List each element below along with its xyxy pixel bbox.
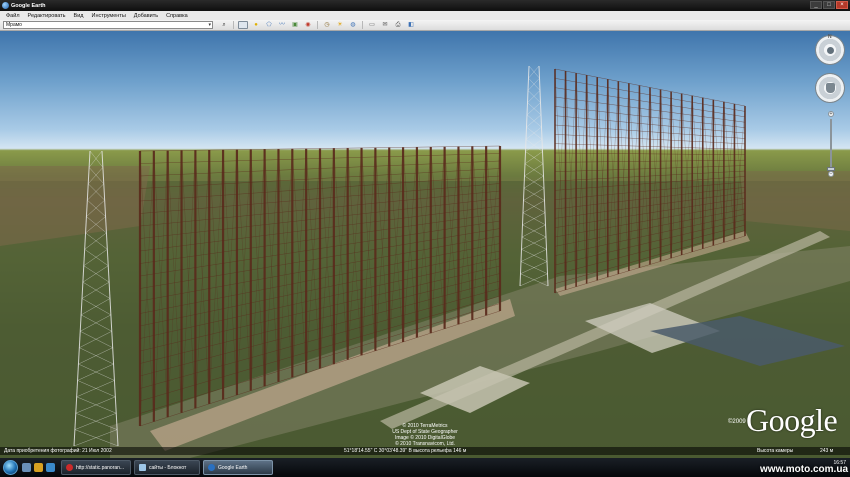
lattice-tower-brace [527, 90, 541, 103]
toolbar-separator [317, 21, 318, 29]
menu-file[interactable]: Файл [2, 13, 24, 19]
lattice-tower-brace [525, 139, 543, 152]
path-icon[interactable]: 〰 [277, 21, 287, 29]
eye-altitude-label: Высота камеры [757, 448, 794, 454]
status-bar: Дата приобретения фотографий: 21 Июл 200… [0, 447, 850, 455]
eye-altitude-value: 243 м [820, 448, 834, 454]
watermark: www.moto.com.ua [760, 464, 848, 475]
lattice-tower-brace [526, 102, 541, 116]
search-input-value: Мрамо [6, 22, 22, 28]
lattice-tower-brace [526, 114, 542, 128]
menu-add[interactable]: Добавить [130, 13, 162, 19]
opera-icon [66, 464, 73, 471]
earth-3d-viewport[interactable] [0, 31, 850, 458]
close-button[interactable]: × [836, 1, 848, 9]
image-overlay-icon[interactable]: ▣ [290, 21, 300, 29]
taskbar-item-browser[interactable]: http://static.panoran... [61, 460, 131, 475]
lattice-tower-brace [524, 163, 544, 177]
sidebar-toggle-icon[interactable] [238, 21, 248, 29]
notepad-icon [139, 464, 146, 471]
hand-icon [826, 83, 835, 93]
lattice-tower-brace [524, 163, 544, 177]
window-title: Google Earth [11, 2, 46, 9]
ruler-icon[interactable]: ▭ [367, 21, 377, 29]
sunlight-icon[interactable]: ☀ [335, 21, 345, 29]
email-icon[interactable]: ✉ [380, 21, 390, 29]
toolbar-buttons: ⌕ ● ⬠ 〰 ▣ ◉ ◷ ☀ ◍ ▭ ✉ ⎙ ◧ [219, 21, 419, 29]
lattice-tower-brace [525, 126, 542, 140]
imagery-date: Дата приобретения фотографий: 21 Июл 200… [4, 448, 112, 454]
lattice-tower-brace [525, 139, 543, 152]
planets-icon[interactable]: ◍ [348, 21, 358, 29]
show-desktop-icon[interactable] [22, 463, 31, 472]
taskbar-item-notepad[interactable]: сайты - Блокнот [134, 460, 200, 475]
polygon-icon[interactable]: ⬠ [264, 21, 274, 29]
imagery-attribution: © 2010 TerraMetrics US Dept of State Geo… [0, 423, 850, 447]
menu-bar: Файл Редактировать Вид Инструменты Добав… [0, 11, 850, 20]
window-titlebar[interactable]: Google Earth _ □ × [0, 0, 850, 11]
google-earth-globe-icon [2, 2, 9, 9]
north-indicator: N [828, 34, 832, 40]
lattice-tower-brace [524, 151, 543, 164]
record-tour-icon[interactable]: ◉ [303, 21, 313, 29]
lattice-tower-brace [88, 150, 103, 168]
menu-help[interactable]: Справка [162, 13, 192, 19]
placemark-icon[interactable]: ● [251, 21, 261, 29]
search-input[interactable]: Мрамо ▾ [3, 21, 213, 29]
lattice-tower-brace [528, 65, 540, 79]
taskbar-item-google-earth[interactable]: Google Earth [203, 460, 273, 475]
google-earth-globe-icon [208, 464, 215, 471]
toolbar-separator [362, 21, 363, 29]
lattice-tower-brace [525, 151, 544, 164]
menu-edit[interactable]: Редактировать [24, 13, 70, 19]
toolbar-separator [233, 21, 234, 29]
copyright-year: ©2009 [728, 419, 746, 425]
google-logo: Google [746, 402, 838, 438]
toolbar: Мрамо ▾ ⌕ ● ⬠ 〰 ▣ ◉ ◷ ☀ ◍ ▭ ✉ ⎙ ◧ [0, 20, 850, 31]
historical-imagery-icon[interactable]: ◷ [322, 21, 332, 29]
lattice-tower-brace [528, 78, 541, 91]
windows-taskbar: http://static.panoran... сайты - Блокнот… [0, 458, 850, 477]
start-button[interactable] [3, 460, 18, 475]
minimize-button[interactable]: _ [810, 1, 822, 9]
menu-view[interactable]: Вид [70, 13, 88, 19]
taskbar-item-label: сайты - Блокнот [149, 464, 187, 471]
zoom-slider[interactable]: + − [827, 111, 835, 177]
media-player-icon[interactable] [46, 463, 55, 472]
lattice-tower-brace [526, 126, 543, 140]
menu-tools[interactable]: Инструменты [87, 13, 129, 19]
lattice-tower-brace [527, 102, 542, 116]
chevron-down-icon[interactable]: ▾ [208, 22, 211, 28]
lattice-tower-brace [527, 78, 540, 91]
taskbar-item-label: http://static.panoran... [76, 464, 125, 471]
look-joystick[interactable]: N [815, 34, 845, 65]
maximize-button[interactable]: □ [823, 1, 835, 9]
browser-icon[interactable] [34, 463, 43, 472]
eye-icon [827, 47, 834, 54]
pointer-coordinates: 51°18'14.55" С 30°03'48.39" В высота рел… [344, 448, 467, 454]
print-icon[interactable]: ⎙ [393, 21, 403, 29]
zoom-out-icon[interactable]: − [828, 171, 834, 177]
lattice-tower-brace [89, 150, 104, 168]
search-icon[interactable]: ⌕ [219, 21, 229, 29]
lattice-tower-brace [528, 65, 540, 79]
zoom-track[interactable] [830, 119, 832, 169]
window-controls: _ □ × [810, 1, 848, 9]
google-maps-icon[interactable]: ◧ [406, 21, 416, 29]
move-joystick[interactable] [815, 73, 845, 103]
navigation-controls: N [812, 34, 848, 103]
antenna-array-scene [0, 65, 850, 458]
lattice-tower-brace [527, 90, 541, 103]
zoom-in-icon[interactable]: + [828, 111, 834, 117]
lattice-tower-brace [526, 114, 542, 128]
taskbar-item-label: Google Earth [218, 464, 248, 471]
field-right [740, 171, 850, 231]
